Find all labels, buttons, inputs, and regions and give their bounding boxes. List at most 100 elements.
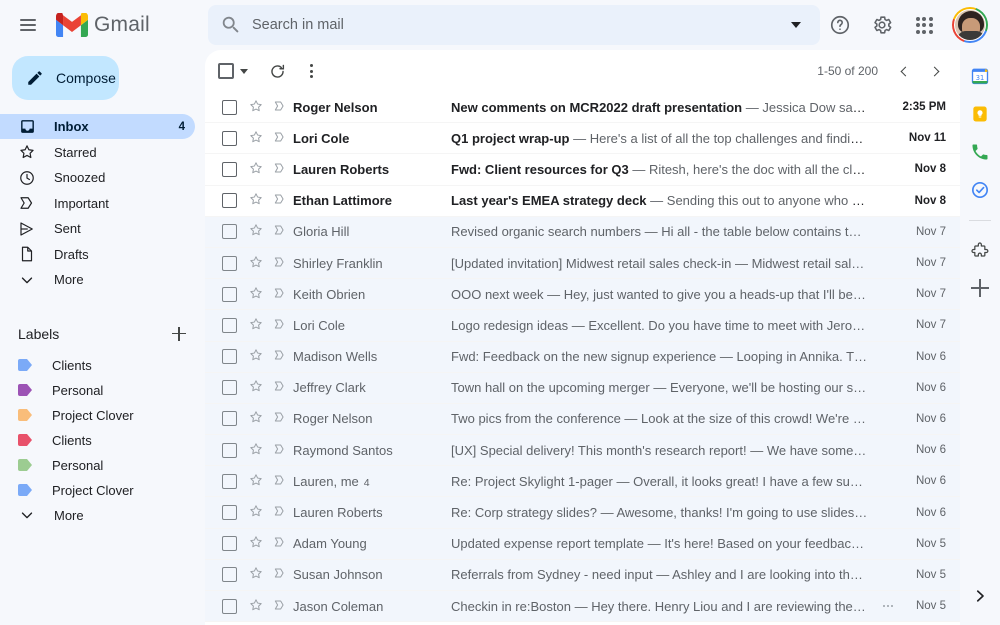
- calendar-icon[interactable]: 31: [968, 64, 992, 88]
- important-marker-button[interactable]: [267, 285, 293, 304]
- star-button[interactable]: [245, 98, 267, 117]
- sidebar-item-snoozed[interactable]: Snoozed: [0, 165, 195, 190]
- star-button[interactable]: [245, 503, 267, 522]
- email-select-checkbox[interactable]: [213, 193, 245, 209]
- email-select-checkbox[interactable]: [213, 567, 245, 583]
- important-marker-button[interactable]: [267, 441, 293, 460]
- star-button[interactable]: [245, 534, 267, 553]
- star-button[interactable]: [245, 160, 267, 179]
- newer-page-button[interactable]: [888, 55, 920, 87]
- email-row[interactable]: Shirley Franklin [Updated invitation] Mid…: [205, 247, 960, 280]
- star-button[interactable]: [245, 191, 267, 210]
- email-select-checkbox[interactable]: [213, 255, 245, 271]
- important-marker-button[interactable]: [267, 597, 293, 616]
- sidebar-item-more[interactable]: More: [0, 267, 195, 292]
- main-menu-button[interactable]: [8, 5, 48, 45]
- google-apps-button[interactable]: [904, 5, 944, 45]
- important-marker-button[interactable]: [267, 565, 293, 584]
- email-row[interactable]: Roger Nelson Two pics from the conference…: [205, 403, 960, 436]
- email-row[interactable]: Lori Cole Q1 project wrap-up — Here's a l…: [205, 123, 960, 155]
- email-row[interactable]: Keith Obrien OOO next week — Hey, just wa…: [205, 279, 960, 311]
- star-button[interactable]: [245, 285, 267, 304]
- label-item-project-clover-orange[interactable]: Project Clover: [0, 403, 195, 428]
- star-button[interactable]: [245, 409, 267, 428]
- important-marker-button[interactable]: [267, 98, 293, 117]
- label-item-personal-purple[interactable]: Personal: [0, 378, 195, 403]
- important-marker-button[interactable]: [267, 222, 293, 241]
- label-item-project-clover-blue[interactable]: Project Clover: [0, 478, 195, 503]
- voice-icon[interactable]: [968, 140, 992, 164]
- more-options-button[interactable]: [294, 54, 328, 88]
- compose-button[interactable]: Compose: [12, 56, 119, 100]
- search-box[interactable]: [208, 5, 820, 45]
- search-input[interactable]: [252, 17, 782, 33]
- email-select-checkbox[interactable]: [213, 473, 245, 489]
- sidebar-item-inbox[interactable]: Inbox 4: [0, 114, 195, 139]
- email-select-checkbox[interactable]: [213, 442, 245, 458]
- important-marker-button[interactable]: [267, 160, 293, 179]
- star-button[interactable]: [245, 316, 267, 335]
- email-select-checkbox[interactable]: [213, 411, 245, 427]
- important-marker-button[interactable]: [267, 472, 293, 491]
- addons-icon[interactable]: [968, 239, 992, 263]
- star-button[interactable]: [245, 472, 267, 491]
- star-button[interactable]: [245, 378, 267, 397]
- settings-button[interactable]: [862, 5, 902, 45]
- older-page-button[interactable]: [920, 55, 952, 87]
- email-row[interactable]: Susan Johnson Referrals from Sydney - nee…: [205, 559, 960, 591]
- star-button[interactable]: [245, 441, 267, 460]
- email-select-checkbox[interactable]: [213, 536, 245, 552]
- star-button[interactable]: [245, 347, 267, 366]
- important-marker-button[interactable]: [267, 316, 293, 335]
- important-marker-button[interactable]: [267, 254, 293, 273]
- email-select-checkbox[interactable]: [213, 349, 245, 365]
- email-select-checkbox[interactable]: [213, 286, 245, 302]
- label-item-clients-blue[interactable]: Clients: [0, 353, 195, 378]
- star-button[interactable]: [245, 222, 267, 241]
- email-row[interactable]: Roger Nelson New comments on MCR2022 draf…: [205, 92, 960, 124]
- email-select-checkbox[interactable]: [213, 161, 245, 177]
- sidebar-item-sent[interactable]: Sent: [0, 216, 195, 241]
- refresh-button[interactable]: [260, 54, 294, 88]
- email-select-checkbox[interactable]: [213, 99, 245, 115]
- help-button[interactable]: [820, 5, 860, 45]
- important-marker-button[interactable]: [267, 503, 293, 522]
- search-options-button[interactable]: [782, 11, 810, 39]
- email-row[interactable]: Adam Young Updated expense report templat…: [205, 528, 960, 560]
- create-label-button[interactable]: [169, 324, 189, 344]
- account-avatar[interactable]: [952, 7, 988, 43]
- tasks-icon[interactable]: [968, 178, 992, 202]
- label-item-personal-green[interactable]: Personal: [0, 453, 195, 478]
- email-select-checkbox[interactable]: [213, 380, 245, 396]
- add-side-panel-button[interactable]: [969, 277, 991, 299]
- important-marker-button[interactable]: [267, 409, 293, 428]
- sidebar-item-starred[interactable]: Starred: [0, 140, 195, 165]
- important-marker-button[interactable]: [267, 534, 293, 553]
- keep-icon[interactable]: [968, 102, 992, 126]
- important-marker-button[interactable]: [267, 191, 293, 210]
- email-row[interactable]: Gloria Hill Revised organic search number…: [205, 216, 960, 248]
- label-item-clients-red[interactable]: Clients: [0, 428, 195, 453]
- email-select-checkbox[interactable]: [213, 224, 245, 240]
- important-marker-button[interactable]: [267, 378, 293, 397]
- show-side-panel-button[interactable]: [965, 581, 995, 611]
- email-row[interactable]: Lauren Roberts Re: Corp strategy slides? …: [205, 497, 960, 529]
- email-select-checkbox[interactable]: [213, 505, 245, 521]
- email-select-checkbox[interactable]: [213, 598, 245, 614]
- email-row[interactable]: Madison Wells Fwd: Feedback on the new si…: [205, 341, 960, 373]
- email-row[interactable]: Raymond Santos [UX] Special delivery! Thi…: [205, 435, 960, 467]
- star-button[interactable]: [245, 597, 267, 616]
- star-button[interactable]: [245, 129, 267, 148]
- gmail-brand[interactable]: Gmail: [56, 12, 190, 37]
- star-button[interactable]: [245, 565, 267, 584]
- email-row[interactable]: Jason Coleman Checkin in re:Boston — Hey …: [205, 591, 960, 623]
- email-select-checkbox[interactable]: [213, 317, 245, 333]
- email-row[interactable]: Ethan Lattimore Last year's EMEA strategy…: [205, 185, 960, 217]
- sidebar-item-important[interactable]: Important: [0, 191, 195, 216]
- important-marker-button[interactable]: [267, 129, 293, 148]
- email-row[interactable]: Lauren, me 4 Re: Project Skylight 1-pager …: [205, 466, 960, 498]
- important-marker-button[interactable]: [267, 347, 293, 366]
- email-select-checkbox[interactable]: [213, 130, 245, 146]
- sidebar-item-drafts[interactable]: Drafts: [0, 242, 195, 267]
- email-row[interactable]: Lori Cole Logo redesign ideas — Excellent…: [205, 310, 960, 342]
